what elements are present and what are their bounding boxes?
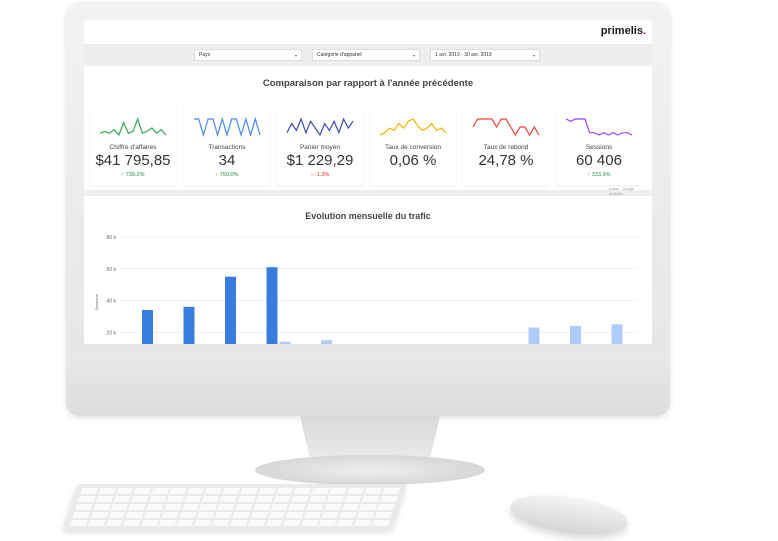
chart-bar [570,325,581,344]
kpi-card: Transactions 34 ↑ 750.0% [184,107,270,185]
chart-bar [528,327,540,344]
monitor-chin [66,355,670,416]
country-filter[interactable]: Pays ▾ [194,49,302,61]
monitor-stand-base [255,455,485,485]
chart-bar [321,340,332,344]
chart-bar [142,310,153,344]
chart-bar [279,341,291,344]
filter-bar: Pays ▾ Catégorie d'appareil ▾ 1 avr. 2019 … [84,44,652,66]
date-range-filter-label: 1 avr. 2019 - 30 avr. 2019 [435,52,492,58]
y-tick-label: 20 k [107,330,117,336]
kpi-sparkline [472,118,540,137]
kpi-label: Panier moyen [299,144,341,151]
y-tick-label: 40 k [107,299,117,305]
kpi-value: 0,06 % [389,152,437,169]
chart-bar [266,267,278,344]
kpi-sparkline [565,118,633,136]
kpi-value: 34 [218,152,236,169]
sparkline-path [379,118,447,136]
device-category-filter-label: Catégorie d'appareil [317,52,362,58]
device-category-filter[interactable]: Catégorie d'appareil ▾ [312,49,420,61]
sparkline-path [194,116,261,138]
chart-bar [611,324,623,344]
y-axis-label: Sessions [94,294,99,310]
kpi-label: Sessions [585,144,613,151]
sparkline-path [99,117,167,137]
kpi-label: Transactions [208,144,246,151]
kpi-card: Taux de rebond 24,78 % [463,107,549,185]
kpi-card: Panier moyen $1 229,29 ↓ -1.3% [277,107,363,185]
kpi-value: $41 795,85 [95,152,171,169]
kpi-sparkline [99,117,167,137]
chevron-down-icon: ▾ [294,52,297,58]
top-bar: primelis. [84,20,652,44]
chart-bar [183,306,195,344]
kpi-sparkline [194,116,261,138]
section-title: Comparaison par rapport à l'année précéd… [262,78,474,89]
y-tick-label: 60 k [107,267,117,273]
kpi-sparkline [379,118,447,136]
country-filter-label: Pays [199,52,211,58]
kpi-card: Taux de conversion 0,06 % [370,107,456,185]
kpi-value: $1 229,29 [286,152,354,169]
dashboard-screen: primelis. Pays ▾ Catégorie d'appareil ▾ 1 … [84,20,652,344]
sparkline-path [286,117,354,137]
keyboard [62,484,408,530]
source-note: source : Google Analytics [609,187,634,196]
kpi-label: Chiffre d'affaires [109,144,157,151]
kpi-change: ↓ -1.3% [310,172,330,178]
kpi-value: 60 406 [576,152,622,169]
sparkline-path [565,118,633,136]
kpi-value: 24,78 % [478,152,534,169]
kpi-change: ↑ 333.9% [587,172,611,178]
kpi-change: ↑ 750.0% [215,172,239,178]
kpi-card: Sessions 60 406 ↑ 333.9% [556,107,642,185]
kpi-label: Taux de conversion [384,144,441,151]
kpi-card: Chiffre d'affaires $41 795,85 ↑ 739.2% [90,107,176,185]
mouse [508,488,630,541]
y-tick-label: 80 k [107,235,117,241]
chevron-down-icon: ▾ [412,52,415,58]
chart-bar [225,276,236,344]
chevron-down-icon: ▾ [532,52,535,58]
sparkline-path [472,118,540,137]
kpi-change: ↑ 739.2% [121,172,145,178]
kpi-sparkline [286,117,354,137]
kpi-label: Taux de rebond [483,144,529,151]
traffic-bar-chart: 80 k 60 k 40 k 20 k Sessions [94,235,638,344]
date-range-filter[interactable]: 1 avr. 2019 - 30 avr. 2019 ▾ [430,49,540,61]
brand-logo: primelis. [600,25,646,37]
